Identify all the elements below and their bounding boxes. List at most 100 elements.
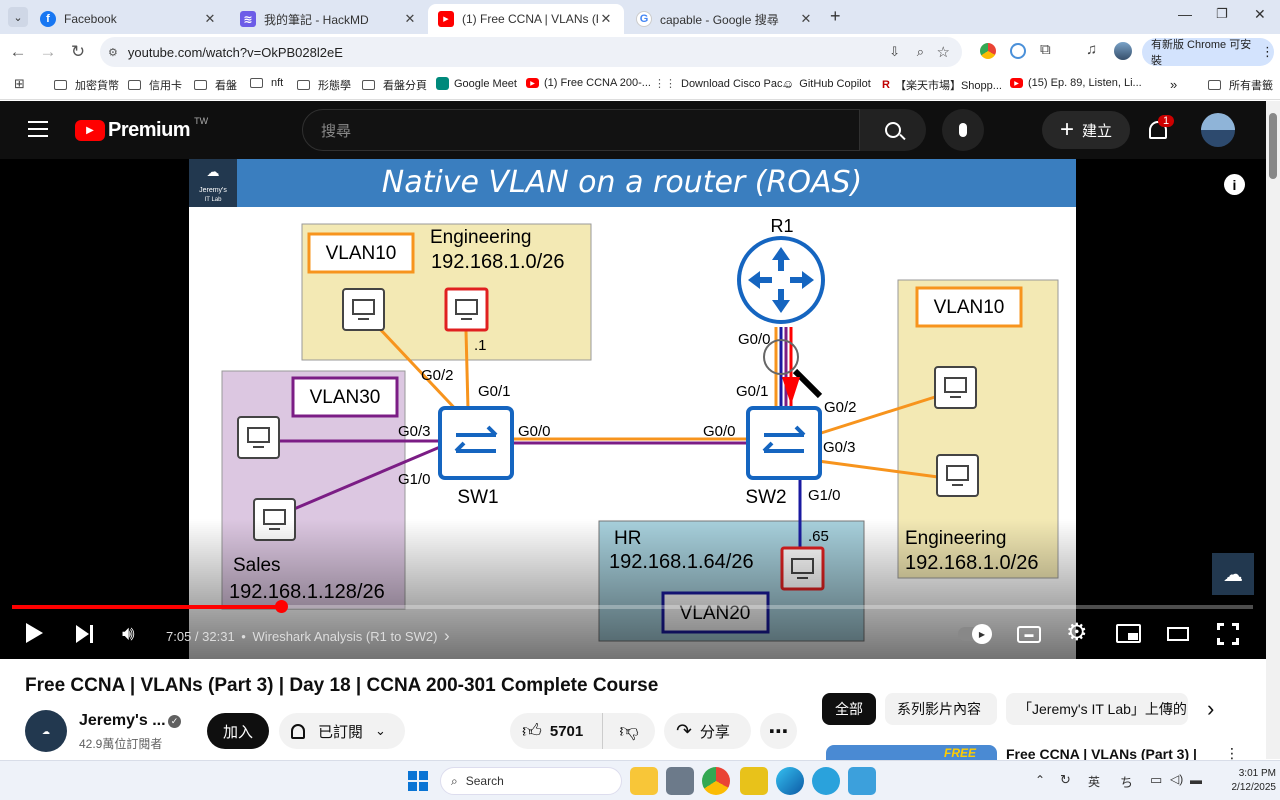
new-tab-button[interactable]: + [830,6,841,27]
progress-scrubber[interactable] [275,600,289,613]
chrome-update-button[interactable]: 有新版 Chrome 可安裝 ⋮ [1142,38,1274,67]
tab-youtube[interactable]: ▶ (1) Free CCNA | VLANs (Part 3) | ✕ [428,4,624,34]
media-icon[interactable]: ♫ [1086,41,1097,58]
battery-icon[interactable]: ▬ [1190,773,1202,787]
voice-search-button[interactable] [942,109,984,151]
subtitles-button[interactable]: ▬ [1017,626,1041,643]
bookmark-item[interactable]: ▶ (1) Free CCNA 200-... [526,77,651,89]
info-button[interactable]: i [1224,174,1245,195]
theater-mode-button[interactable] [1167,627,1189,641]
fullscreen-button[interactable] [1217,623,1239,645]
star-icon[interactable]: ☆ [937,43,950,61]
dislike-button[interactable]: 👎︎ [602,713,655,749]
clock[interactable]: 3:01 PM 2/12/2025 [1214,767,1277,795]
video-player[interactable]: ☁ Jeremy's IT Lab Native VLAN on a route… [0,159,1266,659]
next-button[interactable] [76,625,96,643]
chevron-right-icon[interactable]: › [1207,696,1214,722]
volume-icon[interactable]: ◁) [1170,772,1183,786]
back-icon[interactable]: ← [6,42,30,62]
bookmark-item[interactable]: ▶ (15) Ep. 89, Listen, Li... [1010,77,1142,89]
chevron-right-icon[interactable]: › [444,626,450,645]
reload-icon[interactable]: ↻ [66,42,90,62]
channel-name[interactable]: Jeremy's ... [79,712,166,730]
like-button[interactable]: 👍︎ 5701 [510,713,602,749]
network-icon[interactable]: ▭ [1150,772,1162,788]
progress-bar[interactable] [12,600,1253,613]
settings-button[interactable]: ⚙ [1066,618,1088,647]
sync-icon[interactable]: ↻ [1060,772,1071,788]
share-button[interactable]: ↷ 分享 [664,713,751,749]
youtube-logo[interactable]: ▶ Premium TW [75,116,208,142]
tab-search-button[interactable]: ⌄ [8,7,28,27]
more-actions-button[interactable]: ⋯ [760,713,797,749]
account-avatar[interactable] [1201,113,1235,147]
page-scrollbar[interactable] [1266,101,1280,759]
more-bookmarks-button[interactable]: » [1170,77,1177,92]
apps-icon[interactable]: ⊞ [14,76,25,92]
forward-icon[interactable]: → [36,42,60,62]
profile-avatar[interactable] [1114,42,1132,60]
file-explorer-icon[interactable] [630,767,658,795]
chip-uploads[interactable]: 「Jeremy's IT Lab」上傳的 [1006,693,1188,725]
close-icon[interactable]: ✕ [598,11,614,27]
site-info-icon[interactable]: ⚙ [108,46,118,59]
notifications-button[interactable]: 1 [1146,115,1175,143]
related-video-menu-icon[interactable]: ⋮ [1225,745,1239,760]
subscribed-button[interactable]: 已訂閱 ⌄ [279,713,405,749]
start-button[interactable] [408,771,428,791]
bookmark-item[interactable]: 加密貨幣 [54,77,119,93]
close-icon[interactable]: ✕ [798,11,814,27]
tab-google[interactable]: G capable - Google 搜尋 ✕ [626,4,824,34]
related-video-title[interactable]: Free CCNA | VLANs (Part 3) | [1006,746,1197,760]
tab-hackmd[interactable]: ≋ 我的筆記 - HackMD ✕ [230,4,428,34]
play-button[interactable] [26,623,43,643]
minimize-button[interactable]: — [1178,6,1192,22]
bookmark-item[interactable]: Google Meet [436,77,517,90]
close-icon[interactable]: ✕ [202,11,218,27]
bookmark-item[interactable]: 信用卡 [128,77,182,93]
all-bookmarks[interactable]: 所有書籤 [1208,77,1273,93]
window-close-button[interactable]: ✕ [1254,6,1266,23]
chip-all[interactable]: 全部 [822,693,876,725]
chapter-title[interactable]: Wireshark Analysis (R1 to SW2) [252,629,437,644]
bookmark-item[interactable]: ☺ GitHub Copilot [782,77,871,91]
autoplay-toggle[interactable]: ▶ [958,624,992,644]
search-button[interactable] [860,109,926,151]
scrollbar-thumb[interactable] [1269,113,1277,179]
bookmark-item[interactable]: 看盤分頁 [362,77,427,93]
telegram-icon[interactable] [812,767,840,795]
app-icon[interactable] [666,767,694,795]
close-icon[interactable]: ✕ [402,11,418,27]
ime-indicator[interactable]: 英 [1088,773,1100,790]
app-icon[interactable] [740,767,768,795]
volume-button[interactable]: 🔊︎ [122,623,135,646]
install-icon[interactable]: ⇩ [889,44,900,60]
channel-watermark[interactable]: ☁ [1212,553,1254,595]
notepad-icon[interactable] [848,767,876,795]
chip-series[interactable]: 系列影片內容 [885,693,997,725]
zoom-icon[interactable]: ⌕ [917,44,924,60]
bookmark-item[interactable]: nft [250,77,283,89]
puzzle-icon[interactable]: ⧉ [1040,41,1051,58]
related-video-thumbnail[interactable]: FREE [826,745,997,760]
address-bar[interactable]: ⚙ youtube.com/watch?v=OkPB028l2eE ⇩ ⌕ ☆ [100,37,962,67]
tab-facebook[interactable]: f Facebook ✕ [30,4,228,34]
bookmark-item[interactable]: 形態學 [297,77,351,93]
edge-icon[interactable] [776,767,804,795]
restore-button[interactable]: ❐ [1216,6,1228,22]
create-button[interactable]: + 建立 [1042,111,1130,149]
bookmark-item[interactable]: R 【楽天市場】Shopp... [882,77,1002,93]
taskbar-search[interactable]: ⌕ Search [440,767,622,795]
join-button[interactable]: 加入 [207,713,269,749]
chrome-extension-icon[interactable] [980,43,996,59]
input-mode-icon[interactable]: ち [1120,772,1133,791]
bookmark-item[interactable]: 看盤 [194,77,237,93]
bookmark-item[interactable]: ⋮⋮ Download Cisco Pac... [654,77,792,91]
channel-avatar[interactable]: ☁ [25,710,67,752]
tray-chevron-icon[interactable]: ⌃ [1035,773,1045,787]
miniplayer-button[interactable] [1116,624,1141,643]
search-input[interactable]: 搜尋 [302,109,860,151]
menu-icon[interactable] [28,121,48,137]
extension-icon[interactable] [1010,43,1026,59]
chrome-icon[interactable] [702,767,730,795]
